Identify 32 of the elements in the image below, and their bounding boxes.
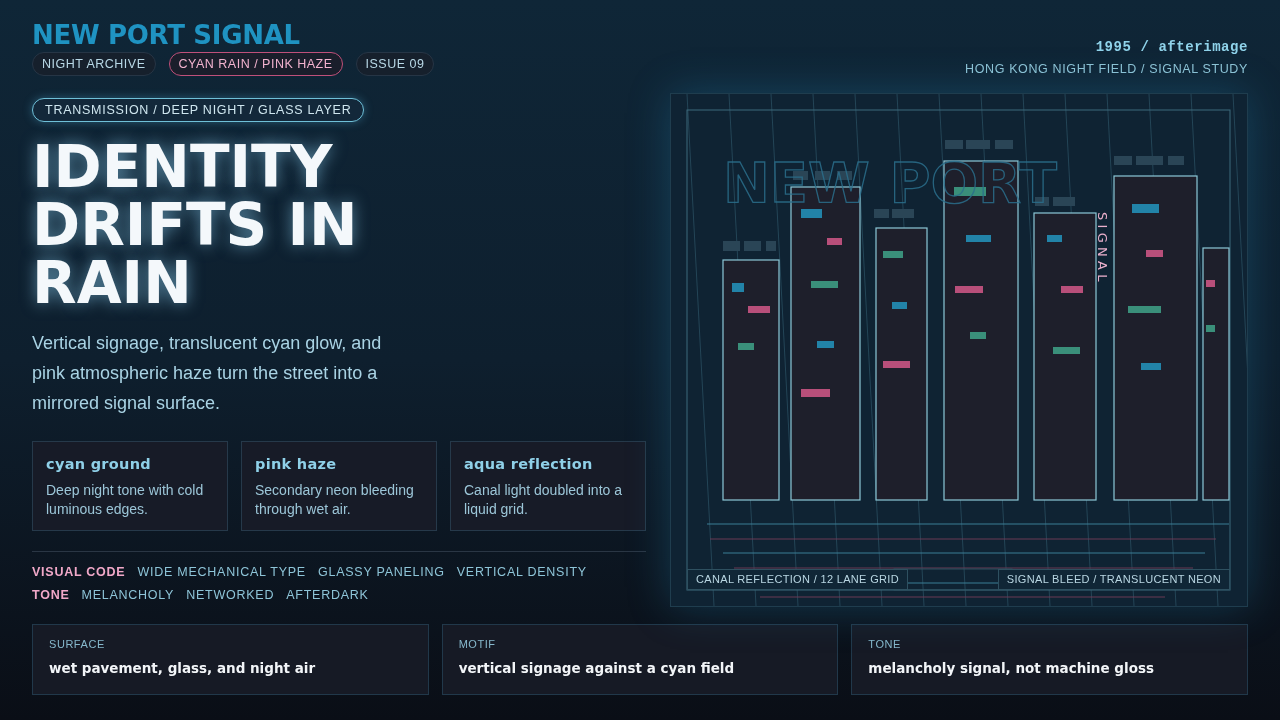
hero-description: Vertical signage, translucent cyan glow, and pink atmospheric haze turn the street into a mirrored signal surface.	[32, 332, 383, 415]
tag-chip: CYAN RAIN / PINK HAZE	[168, 52, 343, 76]
summary-value: melancholy signal, not machine gloss	[868, 659, 1155, 678]
tag-chip: NIGHT ARCHIVE	[32, 52, 156, 76]
card-text: Deep night tone with cold luminous edges.	[46, 481, 205, 519]
attribute-label: VISUAL CODE	[32, 563, 126, 581]
site-title: NEW PORT SIGNAL	[32, 20, 300, 50]
summary-label: MOTIF	[458, 637, 497, 651]
attribute-label: TONE	[32, 586, 70, 604]
hero-heading: IDENTITY DRIFTS IN RAIN	[32, 138, 359, 312]
attribute-value: WIDE MECHANICAL TYPE	[137, 563, 306, 581]
summary-label: SURFACE	[49, 637, 106, 651]
summary-value: wet pavement, glass, and night air	[49, 659, 317, 678]
attribute-value: GLASSY PANELING	[317, 563, 445, 581]
attribute-value: AFTERDARK	[286, 586, 369, 604]
edition-label: 1995 / afterimage	[1095, 38, 1248, 57]
caption-label: CANAL REFLECTION / 12 LANE GRID	[687, 569, 908, 590]
summary-label: TONE	[868, 637, 902, 651]
card-title: pink haze	[255, 455, 338, 474]
tag-chip: ISSUE 09	[355, 52, 435, 76]
attribute-value: NETWORKED	[186, 586, 275, 604]
vertical-sign-text: SIGNAL	[1095, 212, 1110, 286]
summary-value: vertical signage against a cyan field	[458, 659, 736, 678]
card-title: cyan ground	[46, 455, 152, 474]
card-text: Secondary neon bleeding through wet air.	[255, 481, 415, 519]
attribute-value: MELANCHOLY	[81, 586, 175, 604]
attribute-value: VERTICAL DENSITY	[456, 563, 587, 581]
card-text: Canal light doubled into a liquid grid.	[464, 481, 623, 519]
subtitle-text: HONG KONG NIGHT FIELD / SIGNAL STUDY	[965, 61, 1248, 78]
transmission-badge: TRANSMISSION / DEEP NIGHT / GLASS LAYER	[32, 98, 365, 122]
caption-label: SIGNAL BLEED / TRANSLUCENT NEON	[997, 569, 1230, 590]
card-title: aqua reflection	[464, 455, 594, 474]
